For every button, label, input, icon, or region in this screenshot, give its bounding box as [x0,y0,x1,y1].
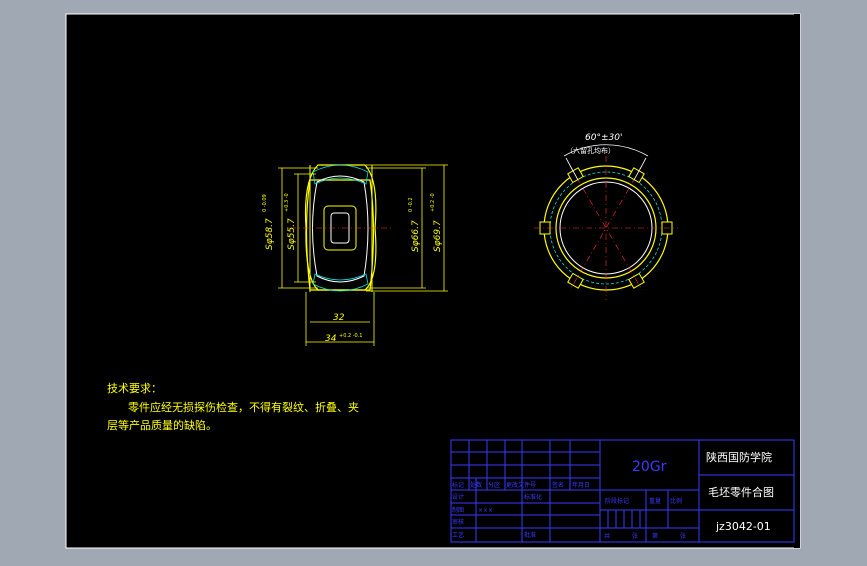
tb-drafter-name: ××× [478,507,493,514]
dim-angle: 60°±30' [585,133,622,143]
dim-right-inner-tol: 0 -0.2 [408,197,414,212]
dim-left-outer: Sφ58.7 [265,218,275,250]
dim-right-inner: Sφ66.7 [411,220,421,252]
tb-school: 陕西国防学院 [706,450,772,464]
tb-design: 设计 [452,493,464,501]
tb-label-sign: 签名 [552,481,564,489]
tb-drawing-no: jz3042-01 [715,520,771,533]
tb-label-change: 更改文件号 [506,481,536,489]
sheet-edge [794,14,800,548]
tb-approve: 批准 [524,531,536,539]
tb-weight: 重量 [649,497,661,505]
tb-label-mark: 标记 [452,481,464,489]
tb-process: 工艺 [452,531,464,539]
tb-sheet2: 张 [680,532,686,540]
dim-right-outer: Sφ69.7 [433,220,443,252]
tb-label-count: 处数 [470,481,482,489]
dim-right-outer-tol: +0.2 -0 [430,193,436,212]
tech-req-line1: 零件应经无损探伤检查，不得有裂纹、折叠、夹 [128,400,359,414]
dim-width-outer: 34 [325,334,337,344]
dim-left-inner-tol: +0.3 -0 [284,193,290,212]
tb-stage: 阶段标记 [605,497,629,505]
tb-material: 20Gr [632,459,667,475]
dim-width-inner: 32 [333,313,345,323]
cad-viewport: Sφ58.7 0 -0.09 Sφ55.7 +0.3 -0 Sφ66.7 0 -… [0,0,867,562]
tb-drawing-name: 毛坯零件合图 [708,485,774,499]
tb-label-zone: 分区 [488,481,500,489]
tb-check: 审核 [452,518,464,526]
tb-scale: 比例 [670,497,682,505]
dim-angle-note: （六留孔均布） [566,146,615,155]
tech-req-title: 技术要求： [107,382,162,395]
sheet-border [65,13,801,549]
tb-standard: 标准化 [524,493,542,501]
tb-label-date: 年月日 [572,481,590,489]
tb-drafter: 制图 [452,506,464,514]
tech-req-line2: 层等产品质量的缺陷。 [107,418,217,432]
dim-left-outer-tol: 0 -0.09 [262,194,268,212]
dim-width-outer-tol: +0.2 -0.1 [339,333,363,339]
drawing-canvas: Sφ58.7 0 -0.09 Sφ55.7 +0.3 -0 Sφ66.7 0 -… [65,13,801,549]
tb-sheet-no: 第 [652,532,658,540]
tb-sheet: 张 [632,532,638,540]
tb-sheets: 共 [604,532,610,540]
dim-left-inner: Sφ55.7 [287,218,297,250]
